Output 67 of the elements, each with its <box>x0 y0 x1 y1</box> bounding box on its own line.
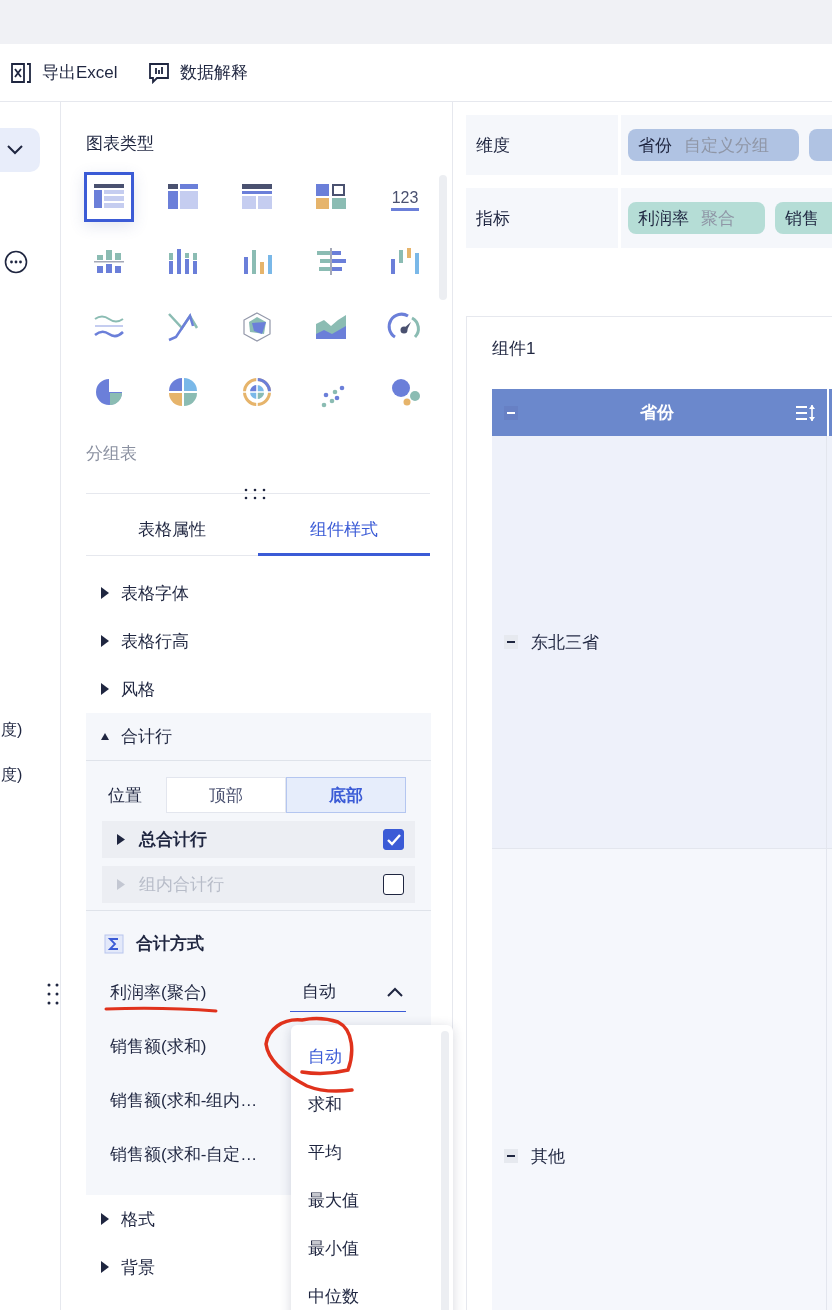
section-header[interactable]: 合计行 <box>86 713 431 761</box>
data-explain-button[interactable]: 数据解释 <box>147 61 248 84</box>
tab[interactable]: 组件样式 <box>258 505 430 556</box>
more-icon[interactable] <box>4 250 28 274</box>
field-chip[interactable]: 省份 自定义分组 <box>628 129 799 161</box>
measure-label: 销售额(求和-自定… <box>110 1143 259 1166</box>
bar-chart-icon <box>242 247 272 277</box>
bar-chart-icon <box>316 247 346 277</box>
measure-label: 销售额(求和-组内… <box>110 1089 259 1112</box>
section-header[interactable]: 风格 <box>86 665 431 713</box>
segment-button[interactable]: 底部 <box>286 777 406 813</box>
collapse-button[interactable] <box>0 128 40 172</box>
component-title: 组件1 <box>492 338 537 360</box>
field-label: 维度 <box>466 115 618 175</box>
field-chip[interactable]: 销售 <box>775 202 832 234</box>
chart-type-button[interactable] <box>84 172 134 222</box>
area-chart-icon <box>316 312 346 342</box>
menu-item[interactable]: 平均 <box>291 1128 431 1176</box>
collapse-icon[interactable] <box>504 635 518 649</box>
excel-icon <box>10 61 32 84</box>
sort-icon[interactable] <box>795 403 817 422</box>
pie-chart-icon <box>94 377 124 407</box>
caret-right-icon <box>117 879 125 890</box>
sigma-icon <box>104 933 124 954</box>
subsection-title: 合计方式 <box>136 933 204 955</box>
option-row[interactable]: 总合计行 <box>102 821 415 858</box>
drag-handle-icon[interactable] <box>47 983 59 1005</box>
tab[interactable]: 表格属性 <box>86 505 258 556</box>
field-label: 位置 <box>108 784 143 807</box>
resize-handle-icon[interactable] <box>244 488 266 500</box>
caret-right-icon <box>117 834 125 845</box>
pie-chart-icon <box>168 377 198 407</box>
aggregation-select[interactable]: 自动 <box>290 972 406 1012</box>
field-chip[interactable]: 利润率 聚合 <box>628 202 765 234</box>
menu-item[interactable]: 最大值 <box>291 1176 431 1224</box>
field-label: 度) <box>1 765 23 785</box>
chart-comment-icon <box>147 61 170 84</box>
collapse-icon[interactable] <box>504 1149 518 1163</box>
checkbox[interactable] <box>383 829 404 850</box>
chart-type-name: 分组表 <box>86 443 138 465</box>
measure-label: 利润率(聚合) <box>110 981 208 1004</box>
export-excel-button[interactable]: 导出Excel <box>10 61 118 84</box>
section-title: 图表类型 <box>86 133 155 155</box>
table-cell: 其他 <box>492 849 827 1310</box>
section-header[interactable]: 表格字体 <box>86 569 431 617</box>
menu-item[interactable]: 中位数 <box>291 1272 431 1310</box>
bubble-chart-icon <box>390 377 420 407</box>
grid-icon <box>316 182 346 212</box>
chart-type-button[interactable]: 123 <box>380 172 430 222</box>
menu-item[interactable]: 最小值 <box>291 1224 431 1272</box>
segment-button[interactable]: 顶部 <box>166 777 286 813</box>
section-header[interactable]: 表格行高 <box>86 617 431 665</box>
line-chart-icon <box>168 312 198 342</box>
measure-label: 销售额(求和) <box>110 1035 208 1058</box>
radar-chart-icon <box>242 312 272 342</box>
sunburst-chart-icon <box>242 377 272 407</box>
table-cell: 东北三省 <box>492 436 827 848</box>
bar-chart-icon <box>390 247 420 277</box>
menu-item[interactable]: 自动 <box>291 1032 431 1080</box>
table-icon <box>168 182 198 212</box>
field-label: 指标 <box>466 188 618 248</box>
field-label: 度) <box>1 720 23 740</box>
column-header: 省份 <box>492 389 827 436</box>
bar-chart-icon <box>168 247 198 277</box>
chevron-down-icon <box>7 145 23 155</box>
table-icon <box>242 182 272 212</box>
menu-item[interactable]: 求和 <box>291 1080 431 1128</box>
